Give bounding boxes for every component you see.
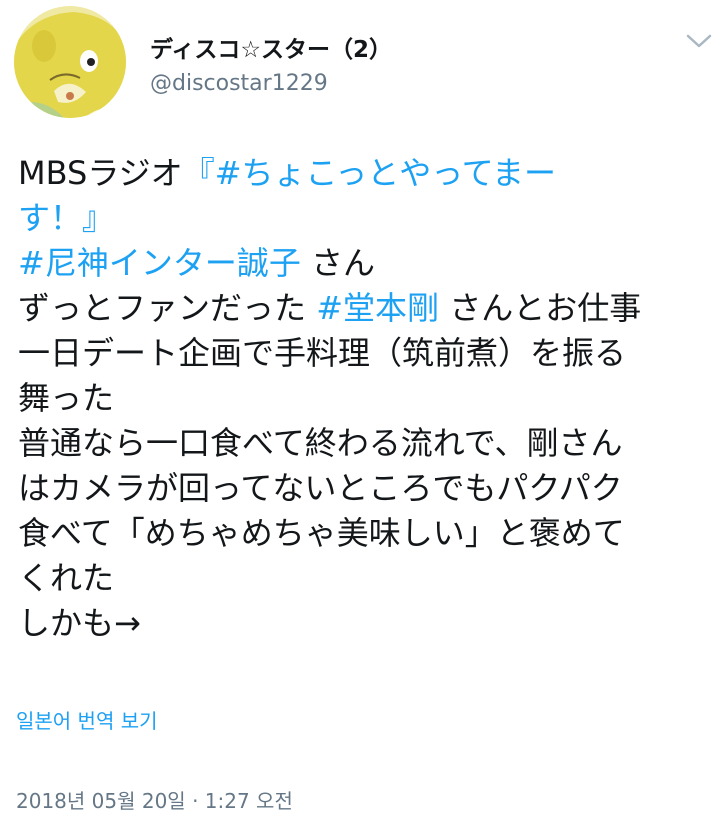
tweet-line: しかも→: [18, 604, 141, 642]
translate-tweet-link[interactable]: 일본어 번역 보기: [16, 705, 158, 734]
tweet-text-segment: さん: [300, 244, 376, 282]
tweet-line: 舞った: [18, 379, 115, 417]
tweet-text: MBSラジオ『#ちょこっとやってまー す！』 #尼神インター誠子 さん ずっとフ…: [18, 151, 708, 646]
tweet-line: はカメラが回ってないところでもパクパク: [18, 469, 623, 507]
hashtag-link[interactable]: 『#ちょこっとやってまー: [183, 154, 556, 192]
avatar[interactable]: [14, 6, 126, 118]
tweet-line: 食べて「めちゃめちゃ美味しい」と褒めて: [18, 514, 625, 552]
hashtag-link[interactable]: #尼神インター誠子: [18, 244, 301, 282]
tweet-text-segment: MBSラジオ: [18, 154, 183, 192]
hashtag-link[interactable]: す！』: [18, 199, 114, 237]
tweet-text-segment: ずっとファンだった: [18, 289, 317, 327]
tweet-text-segment: さんとお仕事: [439, 289, 642, 327]
tweet-line: 普通なら一口食べて終わる流れで、剛さん: [18, 424, 623, 462]
hashtag-link[interactable]: #堂本剛: [316, 289, 439, 327]
tweet-line: す！』: [18, 196, 708, 241]
tweet-line: ずっとファンだった #堂本剛 さんとお仕事: [18, 286, 708, 331]
tweet-line: MBSラジオ『#ちょこっとやってまー: [18, 151, 708, 196]
chevron-down-icon[interactable]: [684, 30, 714, 52]
tweet-line: 一日デート企画で手料理（筑前煮）を振る: [18, 334, 627, 372]
tweet-line: くれた: [18, 559, 115, 597]
tweet-line: #尼神インター誠子 さん: [18, 241, 708, 286]
user-handle[interactable]: @discostar1229: [150, 71, 328, 96]
tweet-timestamp[interactable]: 2018년 05월 20일 · 1:27 오전: [16, 785, 293, 814]
display-name[interactable]: ディスコ☆スター（2）: [150, 30, 392, 64]
mascot-avatar-image: [14, 6, 126, 118]
